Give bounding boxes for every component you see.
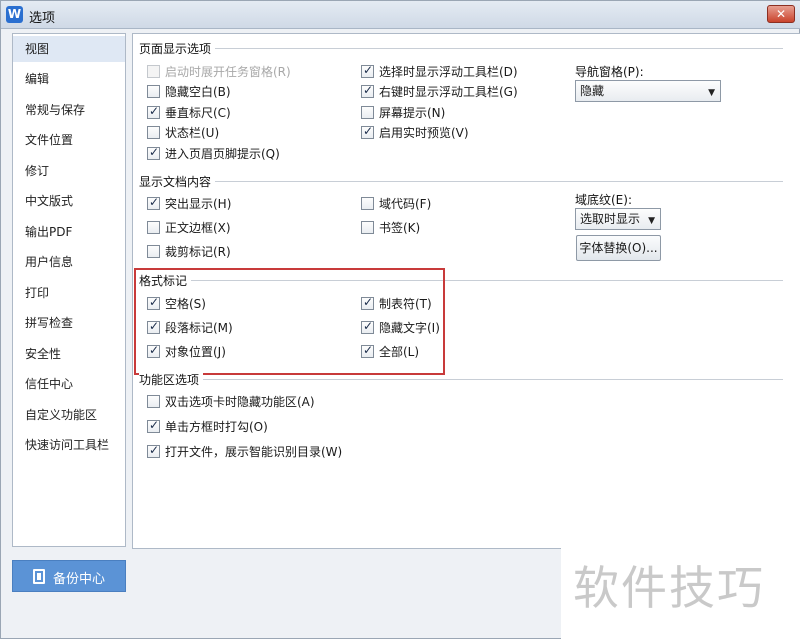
sidebar-item-chinese-layout[interactable]: 中文版式	[13, 188, 125, 214]
option-click-box-to-check[interactable]: 单击方框时打勾(O)	[147, 418, 268, 434]
option-status-bar[interactable]: 状态栏(U)	[147, 124, 219, 140]
section-title-page-display: 页面显示选项	[139, 40, 216, 57]
checkbox-icon	[361, 105, 374, 119]
option-header-footer-hint[interactable]: 进入页眉页脚提示(Q)	[147, 145, 280, 161]
nav-pane-label: 导航窗格(P):	[575, 65, 644, 79]
option-highlight[interactable]: 突出显示(H)	[147, 195, 231, 211]
sidebar-item-spell-check[interactable]: 拼写检查	[13, 310, 125, 336]
field-shading-label: 域底纹(E):	[575, 193, 632, 207]
sidebar-item-file-location[interactable]: 文件位置	[13, 127, 125, 153]
title-bar[interactable]: W 选项 ✕	[1, 1, 800, 29]
format-marks-highlight-box	[134, 268, 445, 375]
wps-app-icon: W	[6, 6, 23, 23]
sidebar-item-revision[interactable]: 修订	[13, 158, 125, 184]
sidebar-item-print[interactable]: 打印	[13, 280, 125, 306]
checkbox-icon	[147, 125, 160, 139]
sidebar-item-customize-ribbon[interactable]: 自定义功能区	[13, 402, 125, 428]
close-button[interactable]: ✕	[767, 5, 795, 23]
section-divider	[141, 48, 783, 49]
option-field-codes[interactable]: 域代码(F)	[361, 195, 431, 211]
dialog-title: 选项	[29, 11, 56, 26]
option-crop-marks[interactable]: 裁剪标记(R)	[147, 243, 231, 259]
option-float-toolbar-on-right-click[interactable]: 右键时显示浮动工具栏(G)	[361, 83, 518, 99]
option-live-preview[interactable]: 启用实时预览(V)	[361, 124, 469, 140]
option-hide-whitespace[interactable]: 隐藏空白(B)	[147, 83, 231, 99]
watermark-text: 软件技巧	[573, 561, 765, 615]
checkbox-icon	[361, 220, 374, 234]
checkbox-checked-icon	[361, 124, 374, 139]
checkbox-checked-icon	[147, 195, 160, 210]
options-sidebar: 视图 编辑 常规与保存 文件位置 修订 中文版式 输出PDF 用户信息 打印 拼…	[12, 33, 126, 547]
option-vertical-ruler[interactable]: 垂直标尺(C)	[147, 104, 231, 120]
backup-center-button[interactable]: 备份中心	[12, 560, 126, 592]
section-title-ribbon: 功能区选项	[139, 371, 204, 388]
checkbox-checked-icon	[147, 418, 160, 433]
checkbox-checked-icon	[147, 145, 160, 160]
dropdown-arrow-icon: ▼	[708, 88, 715, 98]
nav-pane-select[interactable]: 隐藏 ▼	[575, 80, 721, 102]
font-substitution-button[interactable]: 字体替换(O)...	[576, 235, 661, 261]
sidebar-item-view[interactable]: 视图	[13, 36, 125, 62]
sidebar-item-security[interactable]: 安全性	[13, 341, 125, 367]
option-text-boundaries[interactable]: 正文边框(X)	[147, 219, 231, 235]
option-screen-tips[interactable]: 屏幕提示(N)	[361, 104, 445, 120]
option-float-toolbar-on-select[interactable]: 选择时显示浮动工具栏(D)	[361, 63, 518, 79]
sidebar-item-quick-access-toolbar[interactable]: 快速访问工具栏	[13, 432, 125, 458]
checkbox-icon	[147, 394, 160, 408]
dropdown-arrow-icon: ▼	[648, 216, 655, 226]
option-bookmarks[interactable]: 书签(K)	[361, 219, 420, 235]
checkbox-icon	[147, 244, 160, 258]
checkbox-checked-icon	[361, 63, 374, 78]
section-title-doc-content: 显示文档内容	[139, 173, 216, 190]
checkbox-icon	[147, 64, 160, 78]
field-shading-select[interactable]: 选取时显示 ▼	[575, 208, 661, 230]
watermark: 软件技巧	[561, 547, 800, 639]
checkbox-checked-icon	[147, 104, 160, 119]
checkbox-icon	[147, 84, 160, 98]
backup-center-label: 备份中心	[53, 572, 106, 587]
sidebar-item-user-info[interactable]: 用户信息	[13, 249, 125, 275]
checkbox-checked-icon	[147, 443, 160, 458]
section-divider	[141, 181, 783, 182]
sidebar-item-edit[interactable]: 编辑	[13, 66, 125, 92]
options-dialog: W 选项 ✕ 视图 编辑 常规与保存 文件位置 修订 中文版式 输出PDF 用户…	[0, 0, 800, 639]
checkbox-icon	[361, 196, 374, 210]
option-smart-toc-on-open[interactable]: 打开文件，展示智能识别目录(W)	[147, 443, 342, 459]
option-double-click-hide-ribbon[interactable]: 双击选项卡时隐藏功能区(A)	[147, 393, 315, 409]
backup-icon	[33, 569, 45, 584]
option-expand-task-pane[interactable]: 启动时展开任务窗格(R)	[147, 63, 291, 79]
checkbox-checked-icon	[361, 83, 374, 98]
sidebar-item-output-pdf[interactable]: 输出PDF	[13, 219, 125, 245]
section-divider	[141, 379, 783, 380]
sidebar-item-trust-center[interactable]: 信任中心	[13, 371, 125, 397]
sidebar-item-general-save[interactable]: 常规与保存	[13, 97, 125, 123]
checkbox-icon	[147, 220, 160, 234]
